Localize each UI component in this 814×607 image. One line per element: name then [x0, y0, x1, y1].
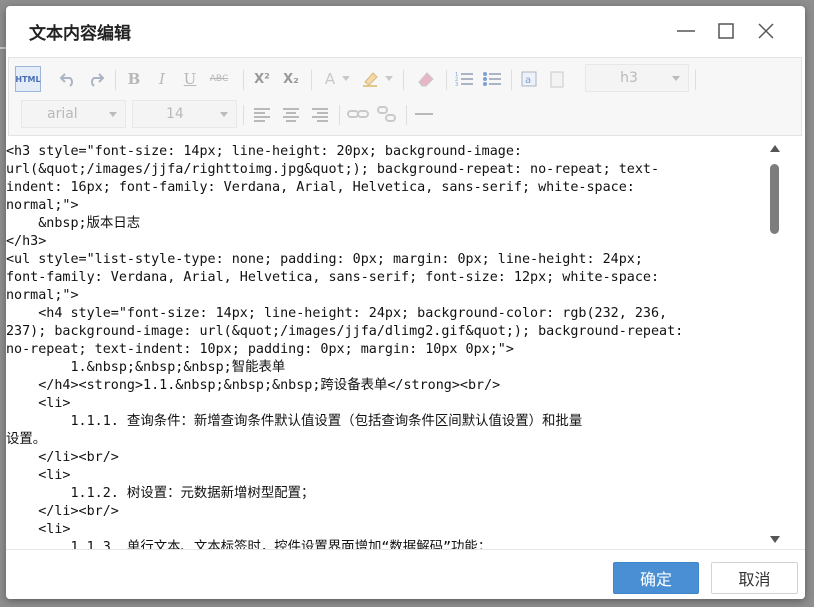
- unlink-icon[interactable]: [375, 104, 399, 124]
- subscript-icon[interactable]: X₂: [279, 69, 303, 89]
- toolbar-separator: [511, 70, 512, 90]
- svg-text:3: 3: [455, 82, 458, 88]
- toolbar-separator: [311, 70, 312, 90]
- source-line: 237); background-image: url(&quot;/image…: [6, 324, 684, 339]
- html-source-button[interactable]: HTML: [15, 66, 41, 92]
- close-icon[interactable]: [755, 20, 777, 42]
- editor-scrollbar[interactable]: [766, 139, 784, 549]
- toolbar-separator: [243, 105, 244, 125]
- source-line: <h3 style="font-size: 14px; line-height:…: [6, 144, 522, 159]
- source-line: </li><br/>: [6, 504, 119, 519]
- source-line: <li>: [6, 522, 71, 537]
- maximize-icon[interactable]: [715, 20, 737, 42]
- heading-select[interactable]: h3: [585, 64, 689, 92]
- cancel-button[interactable]: 取消: [711, 562, 798, 594]
- font-size-select[interactable]: 14: [132, 100, 237, 128]
- chevron-down-icon: [109, 111, 117, 117]
- source-line: <ul style="list-style-type: none; paddin…: [6, 252, 643, 267]
- source-line: normal;">: [6, 288, 79, 303]
- source-line: </li><br/>: [6, 450, 119, 465]
- font-family-value: arial: [47, 106, 78, 122]
- source-line: 1.1.1. 查询条件：新增查询条件默认值设置（包括查询条件区间默认值设置）和批…: [6, 414, 583, 429]
- font-color-icon[interactable]: A: [321, 69, 339, 89]
- link-icon[interactable]: [346, 104, 370, 124]
- align-center-icon[interactable]: [280, 104, 302, 124]
- strikethrough-icon[interactable]: ABC: [206, 69, 232, 89]
- highlight-dropdown-icon[interactable]: [384, 69, 394, 89]
- bold-icon[interactable]: B: [123, 69, 145, 89]
- dialog-title: 文本内容编辑: [29, 24, 131, 44]
- scroll-thumb[interactable]: [770, 164, 779, 234]
- source-line: url(&quot;/images/jjfa/righttoimg.jpg&qu…: [6, 162, 660, 177]
- toolbar-separator: [115, 70, 116, 90]
- source-line: <li>: [6, 468, 71, 483]
- source-line: 1.1.2. 树设置：元数据新增树型配置；: [6, 486, 315, 501]
- source-line: 1.&nbsp;&nbsp;&nbsp;智能表单: [6, 360, 286, 375]
- scroll-down-arrow-icon[interactable]: [770, 536, 780, 543]
- align-right-icon[interactable]: [309, 104, 331, 124]
- source-line: 1.1.3. 单行文本、文本标签时，控件设置界面增加“数据解码”功能；: [6, 540, 492, 549]
- source-line: 设置。: [6, 432, 47, 447]
- toolbar-separator: [339, 105, 340, 125]
- ok-button[interactable]: 确定: [613, 562, 699, 594]
- source-line: </h4><strong>1.1.&nbsp;&nbsp;&nbsp;跨设备表单…: [6, 378, 501, 393]
- eraser-icon[interactable]: [415, 69, 437, 89]
- toolbar-separator: [446, 70, 447, 90]
- source-line: </h3>: [6, 234, 47, 249]
- chevron-down-icon: [672, 75, 680, 81]
- superscript-icon[interactable]: X²: [250, 69, 274, 89]
- source-line: normal;">: [6, 198, 79, 213]
- toolbar-separator: [243, 70, 244, 90]
- align-left-icon[interactable]: [251, 104, 273, 124]
- minimize-icon[interactable]: [675, 20, 697, 42]
- source-line: font-family: Verdana, Arial, Helvetica, …: [6, 270, 660, 285]
- font-color-dropdown-icon[interactable]: [341, 69, 351, 89]
- editor-toolbar: HTML B I U ABC X² X₂ A 123 a h3 arial 14: [8, 57, 802, 136]
- font-family-select[interactable]: arial: [21, 100, 126, 128]
- chevron-down-icon: [220, 111, 228, 117]
- font-size-value: 14: [166, 106, 184, 122]
- svg-text:a: a: [525, 75, 531, 86]
- toolbar-separator: [406, 105, 407, 125]
- horizontal-rule-icon[interactable]: [413, 104, 435, 124]
- paste-icon[interactable]: [546, 69, 568, 89]
- heading-select-value: h3: [620, 70, 638, 86]
- italic-icon[interactable]: I: [151, 69, 173, 89]
- html-source-editor[interactable]: <h3 style="font-size: 14px; line-height:…: [6, 139, 766, 549]
- undo-icon[interactable]: [57, 69, 79, 89]
- highlight-color-icon[interactable]: [360, 69, 382, 89]
- toolbar-separator: [403, 70, 404, 90]
- insert-char-icon[interactable]: a: [518, 69, 540, 89]
- source-line: indent: 16px; font-family: Verdana, Aria…: [6, 180, 635, 195]
- underline-icon[interactable]: U: [179, 69, 201, 89]
- source-line: &nbsp;版本日志: [6, 216, 141, 231]
- source-line: <h4 style="font-size: 14px; line-height:…: [6, 306, 668, 321]
- unordered-list-icon[interactable]: [481, 69, 503, 89]
- dialog-footer: 确定 取消: [6, 549, 805, 599]
- text-edit-dialog: 文本内容编辑 HTML B I U ABC X² X₂ A 1 2 3 a h3…: [6, 6, 805, 599]
- source-line: no-repeat; text-indent: 10px; padding: 0…: [6, 342, 514, 357]
- toolbar-separator: [695, 70, 696, 90]
- dialog-titlebar: 文本内容编辑: [6, 6, 805, 56]
- source-line: <li>: [6, 396, 71, 411]
- redo-icon[interactable]: [85, 69, 107, 89]
- scroll-up-arrow-icon[interactable]: [770, 145, 780, 152]
- html-source-text[interactable]: <h3 style="font-size: 14px; line-height:…: [6, 139, 766, 549]
- ordered-list-icon[interactable]: 123: [453, 69, 475, 89]
